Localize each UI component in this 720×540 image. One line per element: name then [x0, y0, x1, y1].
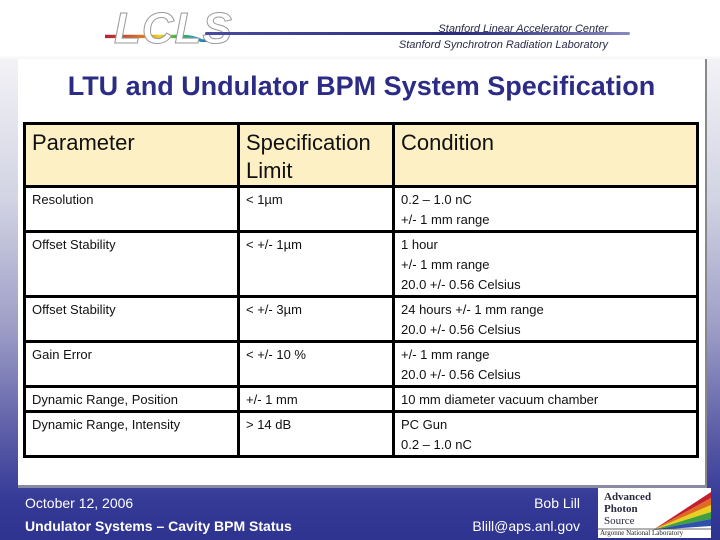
header-parameter: Parameter	[23, 122, 240, 188]
content-panel: LTU and Undulator BPM System Specificati…	[18, 59, 707, 488]
aps-line-3: Source	[604, 515, 635, 527]
table-row: Resolution < 1µm 0.2 – 1.0 nC +/- 1 mm r…	[23, 185, 699, 233]
aps-logo: Advanced Photon Source Argonne National …	[598, 488, 711, 538]
cell-condition: 1 hour +/- 1 mm range 20.0 +/- 0.56 Cels…	[392, 230, 699, 298]
cell-limit: < +/- 10 %	[237, 340, 395, 388]
condition-line: +/- 1 mm range	[401, 257, 490, 272]
table-header-row: Parameter Specification Limit Condition	[23, 122, 699, 188]
header-limit: Specification Limit	[237, 122, 395, 188]
lcls-logo: LCLS	[100, 4, 260, 54]
condition-line: 20.0 +/- 0.56 Celsius	[401, 367, 521, 382]
condition-line: PC Gun	[401, 417, 448, 432]
cell-condition: 10 mm diameter vacuum chamber	[392, 385, 699, 413]
cell-condition: 24 hours +/- 1 mm range 20.0 +/- 0.56 Ce…	[392, 295, 699, 343]
spec-table: Parameter Specification Limit Condition …	[23, 122, 699, 458]
condition-line: +/- 1 mm range	[401, 347, 490, 362]
cell-parameter: Gain Error	[23, 340, 240, 388]
cell-parameter: Dynamic Range, Intensity	[23, 410, 240, 458]
cell-limit: < +/- 3µm	[237, 295, 395, 343]
table-row: Offset Stability < +/- 3µm 24 hours +/- …	[23, 295, 699, 343]
slide-title: LTU and Undulator BPM System Specificati…	[67, 71, 656, 101]
condition-line: 20.0 +/- 0.56 Celsius	[401, 277, 521, 292]
cell-parameter: Resolution	[23, 185, 240, 233]
cell-condition: 0.2 – 1.0 nC +/- 1 mm range	[392, 185, 699, 233]
condition-line: 20.0 +/- 0.56 Celsius	[401, 322, 521, 337]
cell-parameter: Offset Stability	[23, 295, 240, 343]
cell-condition: PC Gun 0.2 – 1.0 nC	[392, 410, 699, 458]
slac-label: Stanford Linear Accelerator Center	[438, 23, 608, 35]
cell-limit: < 1µm	[237, 185, 395, 233]
table-row: Offset Stability < +/- 1µm 1 hour +/- 1 …	[23, 230, 699, 298]
cell-parameter: Dynamic Range, Position	[23, 385, 240, 413]
condition-line: 1 hour	[401, 237, 438, 252]
ssrl-label: Stanford Synchrotron Radiation Laborator…	[398, 39, 608, 51]
lcls-logo-text: LCLS	[114, 4, 233, 54]
cell-parameter: Offset Stability	[23, 230, 240, 298]
header-condition: Condition	[392, 122, 699, 188]
cell-limit: > 14 dB	[237, 410, 395, 458]
footer-author: Bob Lill	[534, 495, 580, 511]
cell-limit: +/- 1 mm	[237, 385, 395, 413]
condition-line: 10 mm diameter vacuum chamber	[401, 392, 599, 407]
aps-line-2: Photon	[604, 503, 638, 515]
slide-header: LCLS Stanford Linear Accelerator Center …	[0, 0, 720, 55]
footer-presentation-title: Undulator Systems – Cavity BPM Status	[25, 518, 292, 534]
footer-date: October 12, 2006	[25, 495, 134, 511]
table-row: Gain Error < +/- 10 % +/- 1 mm range 20.…	[23, 340, 699, 388]
table-row: Dynamic Range, Intensity > 14 dB PC Gun …	[23, 410, 699, 458]
footer-email: Blill@aps.anl.gov	[472, 518, 580, 534]
condition-line: 0.2 – 1.0 nC	[401, 437, 472, 452]
cell-limit: < +/- 1µm	[237, 230, 395, 298]
cell-condition: +/- 1 mm range 20.0 +/- 0.56 Celsius	[392, 340, 699, 388]
aps-line-1: Advanced	[604, 491, 652, 503]
condition-line: +/- 1 mm range	[401, 212, 490, 227]
table-row: Dynamic Range, Position +/- 1 mm 10 mm d…	[23, 385, 699, 413]
aps-lab-label: Argonne National Laboratory	[600, 529, 684, 537]
condition-line: 24 hours +/- 1 mm range	[401, 302, 544, 317]
condition-line: 0.2 – 1.0 nC	[401, 192, 472, 207]
